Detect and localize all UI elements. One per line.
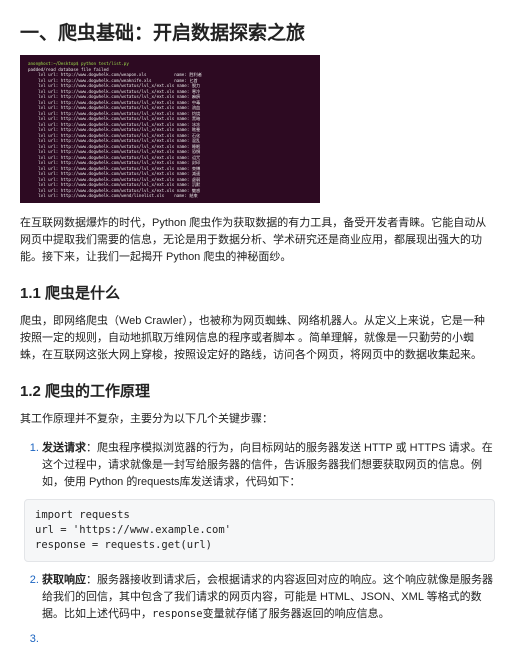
section-1-2-lead: 其工作原理并不复杂，主要分为以下几个关键步骤： (20, 411, 495, 428)
section-1-1-body: 爬虫，即网络爬虫（Web Crawler），也被称为网页蜘蛛、网络机器人。从定义… (20, 313, 495, 364)
terminal-screenshot: anon@host:~/Desktop$ python test/list.py… (20, 55, 320, 203)
intro-paragraph: 在互联网数据爆炸的时代，Python 爬虫作为获取数据的有力工具，备受开发者青睐… (20, 215, 495, 266)
list-item (42, 631, 495, 648)
section-1-1-title: 1.1 爬虫是什么 (20, 282, 495, 303)
steps-list: 发送请求：爬虫程序模拟浏览器的行为，向目标网站的服务器发送 HTTP 或 HTT… (20, 440, 495, 491)
step-label: 获取响应 (42, 574, 86, 586)
step-label: 发送请求 (42, 442, 86, 454)
step-text: 变量就存储了服务器返回的响应信息。 (203, 608, 390, 620)
section-1-2-title: 1.2 爬虫的工作原理 (20, 380, 495, 401)
list-item: 获取响应：服务器接收到请求后，会根据请求的内容返回对应的响应。这个响应就像是服务… (42, 572, 495, 623)
inline-code: response (152, 608, 203, 620)
list-item: 发送请求：爬虫程序模拟浏览器的行为，向目标网站的服务器发送 HTTP 或 HTT… (42, 440, 495, 491)
steps-list: 获取响应：服务器接收到请求后，会根据请求的内容返回对应的响应。这个响应就像是服务… (20, 572, 495, 648)
step-text: ：爬虫程序模拟浏览器的行为，向目标网站的服务器发送 HTTP 或 HTTPS 请… (42, 442, 493, 488)
page-title: 一、爬虫基础：开启数据探索之旅 (20, 18, 495, 45)
terminal-line: lvl url: http://www.dogwhelk.com/wend/li… (28, 193, 312, 199)
code-block: import requests url = 'https://www.examp… (24, 499, 495, 562)
